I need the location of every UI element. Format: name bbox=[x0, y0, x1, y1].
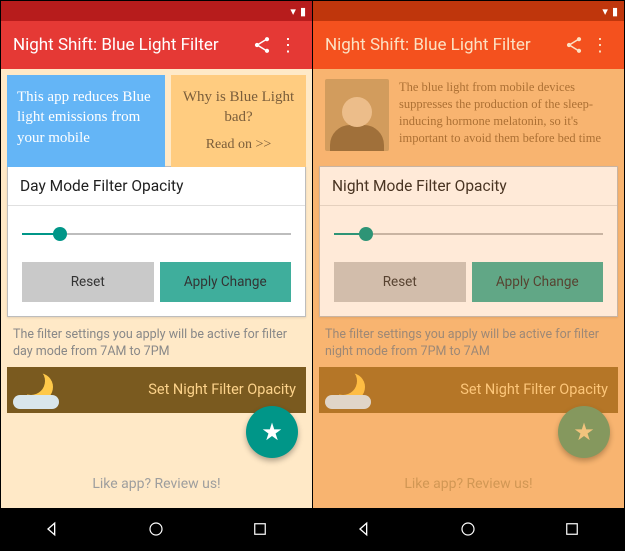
nav-recent-icon[interactable] bbox=[561, 518, 583, 540]
reset-button[interactable]: Reset bbox=[22, 262, 154, 302]
fab-star-button[interactable]: ★ bbox=[558, 406, 610, 458]
filter-header: Night Mode Filter Opacity bbox=[320, 167, 617, 206]
read-on-link[interactable]: Read on >> bbox=[181, 136, 296, 155]
nav-home-icon[interactable] bbox=[145, 518, 167, 540]
set-night-filter-bar[interactable]: Set Night Filter Opacity bbox=[319, 367, 618, 413]
filter-card: Night Mode Filter Opacity Reset Apply Ch… bbox=[319, 166, 618, 317]
cloud-icon bbox=[13, 395, 59, 409]
review-link[interactable]: Like app? Review us! bbox=[1, 476, 312, 492]
app-title: Night Shift: Blue Light Filter bbox=[13, 35, 252, 55]
filter-header: Day Mode Filter Opacity bbox=[8, 167, 305, 206]
night-filter-label: Set Night Filter Opacity bbox=[148, 381, 296, 398]
opacity-slider[interactable] bbox=[22, 224, 291, 244]
status-bar: ▾ ▮ bbox=[313, 1, 624, 21]
info-card-orange[interactable]: Why is Blue Light bad? Read on >> bbox=[171, 75, 306, 167]
overflow-menu-icon[interactable]: ⋮ bbox=[588, 35, 612, 56]
reset-button[interactable]: Reset bbox=[334, 262, 466, 302]
hint-text: The filter settings you apply will be ac… bbox=[7, 317, 306, 367]
android-navbar bbox=[313, 508, 624, 550]
orange-card-question: Why is Blue Light bad? bbox=[181, 87, 296, 128]
hint-text: The filter settings you apply will be ac… bbox=[319, 317, 618, 367]
opacity-slider[interactable] bbox=[334, 224, 603, 244]
battery-icon: ▮ bbox=[612, 5, 618, 18]
app-bar: Night Shift: Blue Light Filter ⋮ bbox=[313, 21, 624, 69]
review-link[interactable]: Like app? Review us! bbox=[313, 476, 624, 492]
battery-icon: ▮ bbox=[300, 5, 306, 18]
filter-card: Day Mode Filter Opacity Reset Apply Chan… bbox=[7, 166, 306, 317]
set-night-filter-bar[interactable]: Set Night Filter Opacity bbox=[7, 367, 306, 413]
cloud-icon bbox=[325, 395, 371, 409]
fab-star-button[interactable]: ★ bbox=[246, 406, 298, 458]
apply-change-button[interactable]: Apply Change bbox=[160, 262, 292, 302]
share-icon[interactable] bbox=[564, 35, 588, 55]
nav-home-icon[interactable] bbox=[457, 518, 479, 540]
nav-back-icon[interactable] bbox=[354, 518, 376, 540]
app-title: Night Shift: Blue Light Filter bbox=[325, 35, 564, 55]
apply-change-button[interactable]: Apply Change bbox=[472, 262, 604, 302]
overflow-menu-icon[interactable]: ⋮ bbox=[276, 35, 300, 56]
status-bar: ▾ ▮ bbox=[1, 1, 312, 21]
info-card-blue: This app reduces Blue light emissions fr… bbox=[7, 75, 165, 167]
blue-light-blurb: The blue light from mobile devices suppr… bbox=[399, 79, 612, 167]
signal-icon: ▾ bbox=[290, 5, 296, 18]
android-navbar bbox=[1, 508, 312, 550]
nav-recent-icon[interactable] bbox=[249, 518, 271, 540]
share-icon[interactable] bbox=[252, 35, 276, 55]
night-filter-label: Set Night Filter Opacity bbox=[460, 381, 608, 398]
signal-icon: ▾ bbox=[602, 5, 608, 18]
app-bar: Night Shift: Blue Light Filter ⋮ bbox=[1, 21, 312, 69]
nav-back-icon[interactable] bbox=[42, 518, 64, 540]
author-avatar bbox=[325, 79, 389, 151]
